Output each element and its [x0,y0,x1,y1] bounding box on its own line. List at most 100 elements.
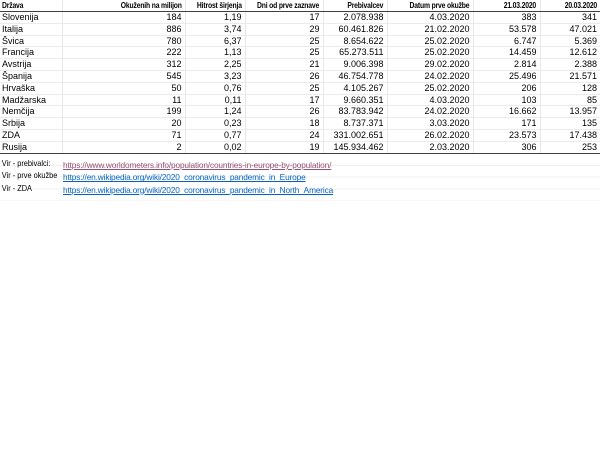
column-header-infected-per-million[interactable]: Okuženih na milijon [62,0,185,12]
table-cell[interactable]: 103 [473,94,540,106]
table-cell[interactable]: 17 [245,94,323,106]
table-cell[interactable]: 25 [245,35,323,47]
table-cell[interactable]: 13.957 [540,106,600,118]
table-cell[interactable]: 3.03.2020 [387,118,473,130]
table-cell[interactable]: 9.660.351 [323,94,387,106]
table-cell[interactable]: 0,76 [185,82,245,94]
source-link-prve-okuzbe[interactable]: https://en.wikipedia.org/wiki/2020_coron… [63,172,306,182]
table-cell[interactable]: 6,37 [185,35,245,47]
table-cell[interactable]: Srbija [0,118,62,130]
column-header-date-21-03[interactable]: 21.03.2020 [473,0,540,12]
table-cell[interactable]: 83.783.942 [323,106,387,118]
table-cell[interactable]: 17.438 [540,129,600,141]
table-cell[interactable]: Hrvaška [0,82,62,94]
table-cell[interactable]: 135 [540,118,600,130]
table-cell[interactable]: 2.03.2020 [387,141,473,153]
column-header-country[interactable]: Država [0,0,62,12]
table-cell[interactable]: 25.02.2020 [387,82,473,94]
table-cell[interactable]: 53.578 [473,23,540,35]
table-cell[interactable]: 1,13 [185,47,245,59]
table-cell[interactable]: 4.03.2020 [387,94,473,106]
table-cell[interactable]: 780 [62,35,185,47]
table-cell[interactable]: 2.388 [540,59,600,71]
table-cell[interactable]: 184 [62,12,185,24]
table-cell[interactable]: 26 [245,70,323,82]
table-cell[interactable]: 5.369 [540,35,600,47]
table-cell[interactable]: 16.662 [473,106,540,118]
table-cell[interactable]: 18 [245,118,323,130]
table-cell[interactable]: 47.021 [540,23,600,35]
source-link-prebivalci[interactable]: https://www.worldometers.info/population… [63,160,331,170]
table-cell[interactable]: 25 [245,47,323,59]
table-cell[interactable]: 199 [62,106,185,118]
table-cell[interactable]: 17 [245,12,323,24]
table-cell[interactable]: Slovenija [0,12,62,24]
table-cell[interactable]: 50 [62,82,185,94]
table-cell[interactable]: Avstrija [0,59,62,71]
table-cell[interactable]: 2 [62,141,185,153]
table-cell[interactable]: Francija [0,47,62,59]
table-cell[interactable]: 6.747 [473,35,540,47]
table-cell[interactable]: 0,11 [185,94,245,106]
table-cell[interactable]: 306 [473,141,540,153]
table-cell[interactable]: 14.459 [473,47,540,59]
table-cell[interactable]: 19 [245,141,323,153]
table-cell[interactable]: 341 [540,12,600,24]
table-cell[interactable]: 65.273.511 [323,47,387,59]
source-link-zda[interactable]: https://en.wikipedia.org/wiki/2020_coron… [63,185,333,195]
table-cell[interactable]: 24 [245,129,323,141]
table-cell[interactable]: Rusija [0,141,62,153]
table-cell[interactable]: 8.737.371 [323,118,387,130]
table-cell[interactable]: 886 [62,23,185,35]
table-cell[interactable]: ZDA [0,129,62,141]
table-cell[interactable]: 545 [62,70,185,82]
table-cell[interactable]: 331.002.651 [323,129,387,141]
column-header-first-case-date[interactable]: Datum prve okužbe [387,0,473,12]
table-cell[interactable]: 85 [540,94,600,106]
table-cell[interactable]: 29 [245,23,323,35]
table-cell[interactable]: 3,74 [185,23,245,35]
table-cell[interactable]: Švica [0,35,62,47]
table-cell[interactable]: 171 [473,118,540,130]
table-cell[interactable]: 11 [62,94,185,106]
table-cell[interactable]: 312 [62,59,185,71]
table-cell[interactable]: 21.02.2020 [387,23,473,35]
table-cell[interactable]: 25 [245,82,323,94]
table-cell[interactable]: 383 [473,12,540,24]
table-cell[interactable]: 25.02.2020 [387,35,473,47]
table-cell[interactable]: 0,23 [185,118,245,130]
table-cell[interactable]: Madžarska [0,94,62,106]
column-header-spread-rate[interactable]: Hitrost širjenja [185,0,245,12]
table-cell[interactable]: 21.571 [540,70,600,82]
table-cell[interactable]: 26 [245,106,323,118]
table-cell[interactable]: 25.02.2020 [387,47,473,59]
table-cell[interactable]: 25.496 [473,70,540,82]
table-cell[interactable]: 1,24 [185,106,245,118]
table-cell[interactable]: 253 [540,141,600,153]
table-cell[interactable]: 145.934.462 [323,141,387,153]
column-header-population[interactable]: Prebivalcev [323,0,387,12]
column-header-date-20-03[interactable]: 20.03.2020 [540,0,600,12]
table-cell[interactable]: 2.078.938 [323,12,387,24]
table-cell[interactable]: 206 [473,82,540,94]
table-cell[interactable]: 8.654.622 [323,35,387,47]
table-cell[interactable]: 23.573 [473,129,540,141]
table-cell[interactable]: 2.814 [473,59,540,71]
table-cell[interactable]: 222 [62,47,185,59]
table-cell[interactable]: 3,23 [185,70,245,82]
table-cell[interactable]: 1,19 [185,12,245,24]
table-cell[interactable]: Nemčija [0,106,62,118]
table-cell[interactable]: 0,02 [185,141,245,153]
table-cell[interactable]: Španija [0,70,62,82]
column-header-days-since-first-case[interactable]: Dni od prve zaznave [245,0,323,12]
table-cell[interactable]: 46.754.778 [323,70,387,82]
table-cell[interactable]: 71 [62,129,185,141]
table-cell[interactable]: 24.02.2020 [387,70,473,82]
table-cell[interactable]: Italija [0,23,62,35]
table-cell[interactable]: 20 [62,118,185,130]
table-cell[interactable]: 2,25 [185,59,245,71]
table-cell[interactable]: 128 [540,82,600,94]
table-cell[interactable]: 60.461.826 [323,23,387,35]
table-cell[interactable]: 21 [245,59,323,71]
table-cell[interactable]: 4.105.267 [323,82,387,94]
